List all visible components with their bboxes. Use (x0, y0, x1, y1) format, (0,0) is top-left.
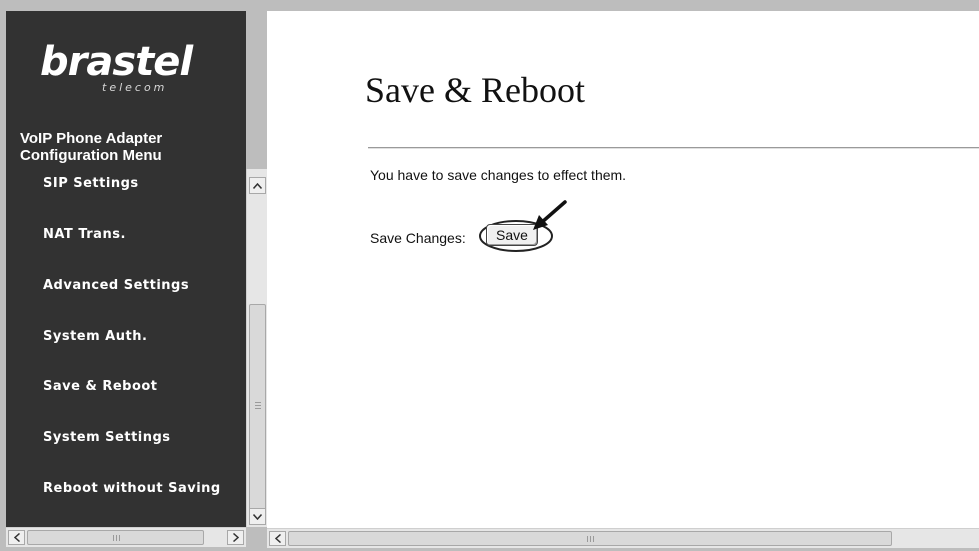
scroll-up-button[interactable] (249, 177, 266, 194)
content-scroll-left-button[interactable] (269, 531, 286, 546)
scroll-left-arrow-icon (13, 533, 20, 542)
menu-heading-line-2: Configuration Menu (20, 147, 162, 164)
scroll-down-arrow-icon (253, 513, 262, 520)
title-divider (368, 147, 979, 149)
scroll-down-button[interactable] (249, 508, 266, 525)
logo-brand-text: brastel (40, 39, 193, 85)
content-scroll-track[interactable] (894, 531, 979, 546)
sidebar-scroll-left-button[interactable] (8, 530, 25, 545)
menu-heading: VoIP Phone Adapter Configuration Menu (20, 130, 162, 164)
scroll-up-arrow-icon (253, 182, 262, 189)
sidebar-panel: brastel telecom VoIP Phone Adapter Confi… (6, 11, 246, 527)
save-hint-text: You have to save changes to effect them. (370, 167, 627, 183)
sidebar-item-advanced-settings[interactable]: Advanced Settings (43, 278, 189, 293)
content-horizontal-scrollbar[interactable] (267, 528, 979, 548)
sidebar-vertical-scrollbar[interactable] (246, 169, 268, 527)
sidebar-item-sip-settings[interactable]: SIP Settings (43, 176, 139, 191)
sidebar-hscroll-thumb[interactable] (27, 530, 204, 545)
save-changes-label: Save Changes: (370, 230, 466, 246)
sidebar-scroll-right-button[interactable] (227, 530, 244, 545)
scroll-left-arrow-icon (274, 534, 281, 543)
sidebar-scroll-thumb[interactable] (249, 304, 266, 510)
sidebar-item-system-settings[interactable]: System Settings (43, 430, 171, 445)
logo-sub-text: telecom (102, 81, 168, 94)
sidebar-horizontal-scrollbar[interactable] (6, 527, 246, 547)
sidebar-item-system-auth[interactable]: System Auth. (43, 329, 147, 344)
content-frame: Save & Reboot You have to save changes t… (267, 11, 979, 528)
save-button[interactable]: Save (486, 224, 538, 246)
page-title: Save & Reboot (365, 70, 585, 110)
sidebar-item-save-reboot[interactable]: Save & Reboot (43, 379, 158, 394)
content-hscroll-thumb[interactable] (288, 531, 892, 546)
sidebar-item-nat-trans[interactable]: NAT Trans. (43, 227, 126, 242)
brastel-logo: brastel telecom (40, 39, 210, 109)
left-navigation-frame: brastel telecom VoIP Phone Adapter Confi… (6, 11, 268, 551)
menu-heading-line-1: VoIP Phone Adapter (20, 130, 163, 147)
sidebar-item-reboot-without-saving[interactable]: Reboot without Saving (43, 481, 221, 496)
scroll-right-arrow-icon (232, 533, 239, 542)
